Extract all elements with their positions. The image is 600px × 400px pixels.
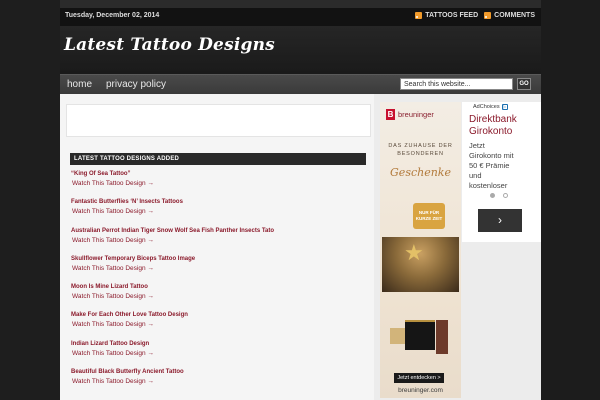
breuninger-logo-icon: B — [386, 109, 395, 120]
site-logo[interactable]: Latest Tattoo Designs — [64, 35, 275, 55]
ad-url[interactable]: breuninger.com — [380, 387, 461, 394]
post-title-link[interactable]: Australian Perrot Indian Tiger Snow Wolf… — [71, 228, 367, 234]
ad-text-line-2: Girokonto mit — [469, 151, 514, 160]
tattoos-feed-label: TATTOOS FEED — [425, 12, 479, 19]
star-decoration-icon: ★ — [404, 240, 424, 265]
post-title-link[interactable]: Make For Each Other Love Tattoo Design — [71, 312, 367, 318]
watch-design-link[interactable]: Watch This Tattoo Design → — [72, 321, 367, 328]
post-title-link[interactable]: Fantastic Butterflies ‘N’ Insects Tattoo… — [71, 199, 367, 205]
watch-design-link[interactable]: Watch This Tattoo Design → — [72, 378, 367, 385]
section-title: LATEST TATTOO DESIGNS ADDED — [70, 153, 366, 165]
rss-icon — [415, 12, 423, 19]
ad-badge-line-2: KURZE ZEIT — [415, 216, 443, 221]
ad-title[interactable]: Direktbank Girokonto — [469, 114, 539, 138]
ad-badge: NUR FÜR KURZE ZEIT — [413, 203, 445, 229]
adchoices-link[interactable]: AdChoices ▷ — [473, 104, 508, 110]
ad-script-text: Geschenke — [390, 166, 451, 179]
ad-text-line-4: und — [469, 171, 482, 180]
ad-text: Jetzt Girokonto mit 50 € Prämie und kost… — [469, 141, 541, 191]
comments-feed-label: COMMENTS — [494, 12, 535, 19]
list-item: Indian Lizard Tattoo Design Watch This T… — [71, 341, 367, 369]
post-title-link[interactable]: Moon Is Mine Lizard Tattoo — [71, 284, 367, 290]
watch-design-link[interactable]: Watch This Tattoo Design → — [72, 180, 367, 187]
rss-icon — [484, 12, 492, 19]
post-list: “King Of Sea Tattoo” Watch This Tattoo D… — [71, 171, 367, 397]
post-title-link[interactable]: “King Of Sea Tattoo” — [71, 171, 367, 177]
current-date: Tuesday, December 02, 2014 — [65, 12, 160, 19]
list-item: Beautiful Black Butterfly Ancient Tattoo… — [71, 369, 367, 397]
watch-design-link[interactable]: Watch This Tattoo Design → — [72, 293, 367, 300]
post-title-link[interactable]: Skullflower Temporary Biceps Tattoo Imag… — [71, 256, 367, 262]
ad-headline-line-2: BESONDEREN — [397, 151, 444, 157]
list-item: Fantastic Butterflies ‘N’ Insects Tattoo… — [71, 199, 367, 227]
comments-feed-link[interactable]: COMMENTS — [484, 12, 535, 19]
ad-cta-button[interactable]: Jetzt entdecken > — [394, 373, 444, 383]
ad-next-arrow-button[interactable]: › — [478, 209, 522, 232]
search-go-button[interactable]: GO — [517, 78, 531, 90]
site-header: Latest Tattoo Designs — [60, 26, 541, 74]
list-item: “King Of Sea Tattoo” Watch This Tattoo D… — [71, 171, 367, 199]
ad-text-line-3: 50 € Prämie — [469, 161, 510, 170]
adchoices-label: AdChoices — [473, 104, 500, 110]
pagination-dot-active[interactable] — [490, 193, 495, 198]
adchoices-icon: ▷ — [501, 104, 508, 110]
watch-design-link[interactable]: Watch This Tattoo Design → — [72, 237, 367, 244]
gift-bag-icon — [405, 320, 435, 350]
page-background-edge — [541, 0, 600, 400]
ad-brand: B breuninger — [386, 109, 434, 120]
post-title-link[interactable]: Beautiful Black Butterfly Ancient Tattoo — [71, 369, 367, 375]
list-item: Moon Is Mine Lizard Tattoo Watch This Ta… — [71, 284, 367, 312]
nav-privacy-policy[interactable]: privacy policy — [106, 79, 166, 90]
feed-links: TATTOOS FEED COMMENTS — [415, 12, 535, 19]
watch-design-link[interactable]: Watch This Tattoo Design → — [72, 265, 367, 272]
pagination-dot[interactable] — [503, 193, 508, 198]
gift-box-icon — [390, 328, 406, 344]
ad-brand-name: breuninger — [398, 110, 434, 119]
list-item: Make For Each Other Love Tattoo Design W… — [71, 312, 367, 340]
top-ad-placeholder — [66, 104, 371, 137]
watch-design-link[interactable]: Watch This Tattoo Design → — [72, 350, 367, 357]
list-item: Australian Perrot Indian Tiger Snow Wolf… — [71, 228, 367, 256]
tattoos-feed-link[interactable]: TATTOOS FEED — [415, 12, 478, 19]
ad-pagination — [490, 193, 508, 198]
ad-text-line-5: kostenloser — [469, 181, 508, 190]
lamp-icon — [436, 320, 448, 354]
list-item: Skullflower Temporary Biceps Tattoo Imag… — [71, 256, 367, 284]
ad-text-line-1: Jetzt — [469, 141, 485, 150]
ad-title-line-1: Direktbank — [469, 114, 517, 125]
ad-title-line-2: Girokonto — [469, 126, 513, 137]
ad-headline: DAS ZUHAUSE DER BESONDEREN — [380, 142, 461, 158]
post-title-link[interactable]: Indian Lizard Tattoo Design — [71, 341, 367, 347]
search-input[interactable]: Search this website... — [400, 78, 513, 90]
top-bar: Tuesday, December 02, 2014 TATTOOS FEED … — [60, 8, 541, 26]
nav-home[interactable]: home — [67, 79, 92, 90]
watch-design-link[interactable]: Watch This Tattoo Design → — [72, 208, 367, 215]
ad-headline-line-1: DAS ZUHAUSE DER — [388, 143, 453, 149]
